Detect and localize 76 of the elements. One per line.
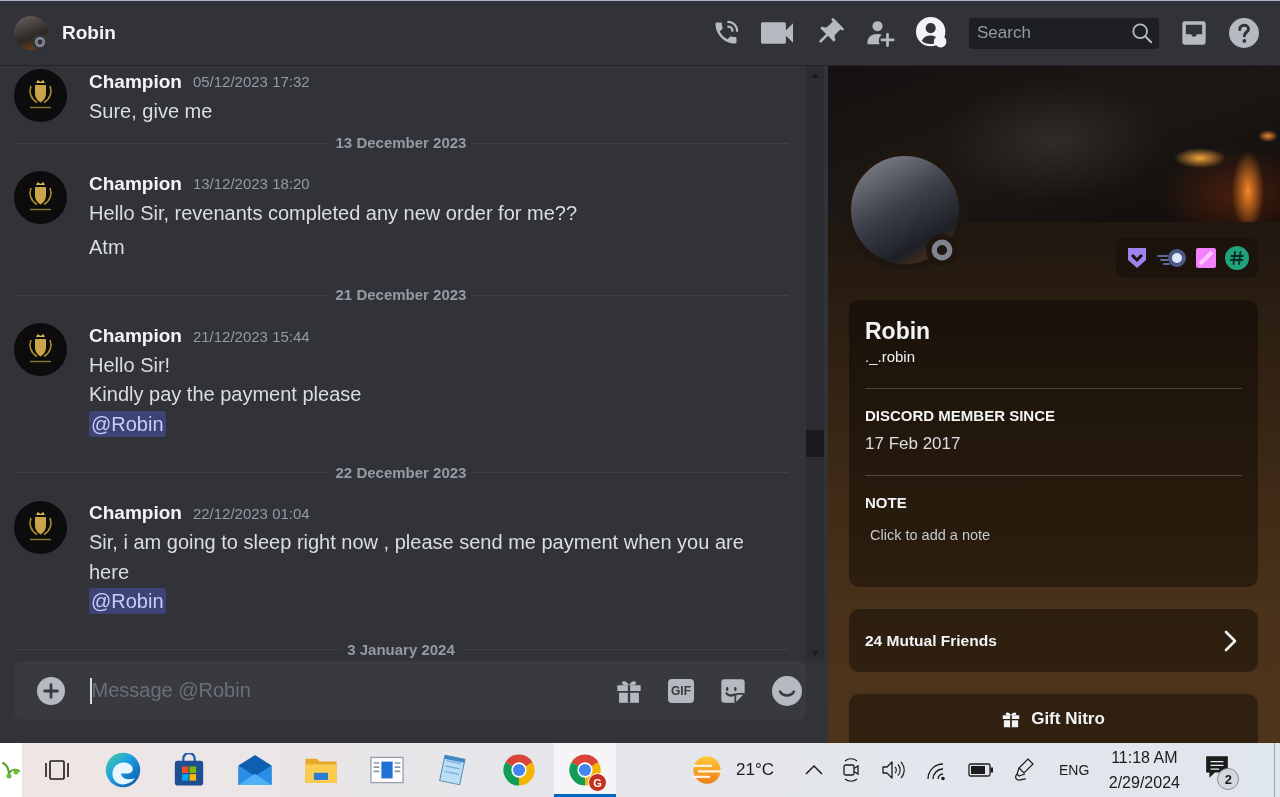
crest-avatar-icon[interactable]	[14, 171, 67, 224]
battery-icon[interactable]	[968, 763, 994, 777]
crest-avatar-icon[interactable]	[14, 69, 67, 122]
author-name[interactable]: Champion	[89, 502, 182, 525]
message-input[interactable]: Message @Robin	[91, 661, 590, 720]
sprig-icon	[1, 759, 21, 781]
profile-badge: G	[588, 773, 607, 792]
video-camera-icon[interactable]	[761, 22, 793, 44]
gif-button[interactable]: GIF	[668, 678, 694, 703]
section-heading: DISCORD MEMBER SINCE	[865, 407, 1056, 425]
date-divider: 21 December 2023	[335, 285, 467, 306]
chevron-right-icon	[1224, 629, 1238, 652]
taskbar-button[interactable]: G	[554, 743, 616, 797]
timestamp: 22/12/2023 01:04	[192, 504, 310, 522]
task-view-icon	[44, 759, 70, 781]
gift-icon	[1002, 709, 1021, 728]
section-heading: NOTE	[865, 494, 908, 512]
add-friend-icon[interactable]	[865, 18, 895, 48]
square-badge-icon[interactable]	[1195, 247, 1217, 269]
scrollbar-thumb[interactable]	[806, 430, 824, 457]
message-text: Sir, i am going to sleep right now , please send me payment when you are here	[89, 530, 745, 585]
timestamp: 05/12/2023 17:32	[192, 73, 310, 91]
wave-browser-icon	[105, 752, 141, 788]
search-field[interactable]: Search	[969, 17, 1159, 49]
crest-avatar-icon[interactable]	[14, 500, 67, 554]
clock-time[interactable]: 11:18 AM	[1111, 745, 1178, 770]
timestamp: 21/12/2023 15:44	[192, 327, 310, 345]
message-composer[interactable]: Message @Robin GIF	[14, 661, 806, 720]
ring-browser-icon	[502, 753, 536, 787]
chat-title: Robin	[62, 22, 116, 44]
message-text: Sure, give me	[89, 98, 214, 124]
mutual-friends-button[interactable]: 24 Mutual Friends	[849, 609, 1258, 672]
window-icon	[370, 756, 404, 784]
envelope-icon	[237, 755, 273, 785]
search-input[interactable]: Search	[977, 23, 1131, 43]
orb-badge-icon[interactable]	[1157, 248, 1187, 268]
crest-avatar-icon[interactable]	[14, 323, 67, 377]
author-name[interactable]: Champion	[89, 172, 182, 195]
author-name[interactable]: Champion	[89, 325, 182, 347]
clock-date[interactable]: 2/29/2024	[1108, 770, 1180, 795]
display-name: Robin	[865, 317, 932, 346]
note-field[interactable]: Click to add a note	[865, 518, 1242, 558]
ring-browser-icon	[568, 753, 602, 787]
section-value: 17 Feb 2017	[865, 433, 962, 455]
message-text: Hello Sir, revenants completed any new order for me??	[89, 200, 579, 226]
speaker-icon[interactable]	[881, 759, 905, 781]
message-text: Atm	[89, 234, 126, 260]
author-name[interactable]: Champion	[89, 70, 182, 93]
message-text: Hello Sir!	[89, 352, 172, 378]
scrollbar-track[interactable]	[806, 66, 824, 661]
emoji-icon[interactable]	[772, 675, 802, 706]
inbox-icon[interactable]	[1180, 19, 1208, 47]
message-text: Kindly pay the payment please	[89, 382, 363, 408]
notification-count: 2	[1217, 768, 1240, 790]
sticker-icon[interactable]	[719, 676, 747, 705]
camera-icon[interactable]	[840, 758, 862, 782]
gift-nitro-button[interactable]: Gift Nitro	[849, 694, 1258, 743]
add-attachment-icon[interactable]	[37, 676, 65, 705]
chevron-up-icon[interactable]	[804, 763, 824, 777]
hash-badge-icon[interactable]	[1225, 246, 1249, 270]
shield-badge-icon[interactable]	[1125, 246, 1149, 270]
help-icon[interactable]	[1229, 18, 1259, 48]
date-divider: 13 December 2023	[335, 133, 467, 153]
shopping-bag-icon	[172, 753, 206, 787]
date-divider: 22 December 2023	[335, 462, 467, 483]
search-icon	[1131, 22, 1153, 44]
user-mention[interactable]: @Robin	[89, 410, 166, 437]
timestamp: 13/12/2023 18:20	[192, 175, 310, 193]
profile-toggle-icon[interactable]	[916, 17, 948, 49]
weather-temperature[interactable]: 21°C	[736, 760, 774, 780]
notepad-icon	[437, 754, 469, 786]
user-mention[interactable]: @Robin	[89, 588, 166, 614]
language-indicator[interactable]: ENG	[1059, 762, 1090, 778]
pen-icon[interactable]	[1014, 757, 1036, 783]
date-divider: 3 January 2024	[347, 639, 455, 660]
username: ._.robin	[865, 347, 917, 367]
